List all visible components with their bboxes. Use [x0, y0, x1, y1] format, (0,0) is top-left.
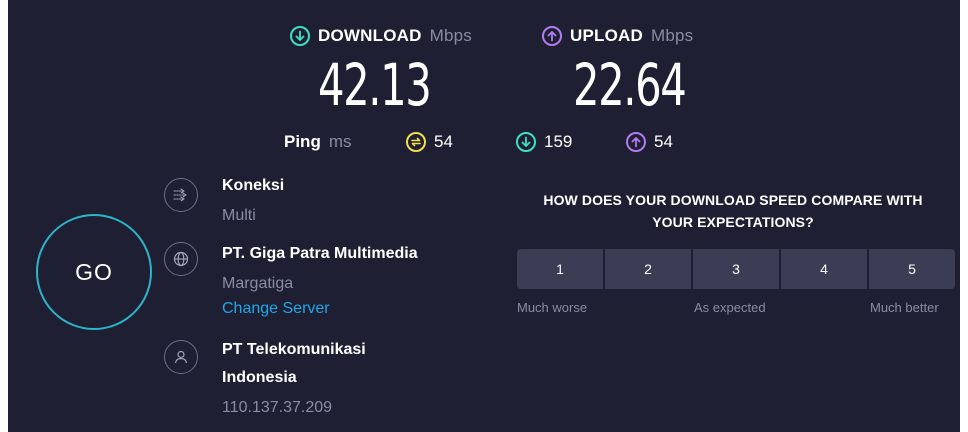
provider-name-line2: Indonesia — [222, 369, 297, 386]
ping-label: Ping — [284, 132, 321, 151]
download-arrow-icon — [290, 26, 310, 46]
ping-idle-value: 54 — [434, 132, 453, 151]
rating-button-1[interactable]: 1 — [517, 249, 605, 289]
rating-button-3[interactable]: 3 — [693, 249, 781, 289]
survey-question: HOW DOES YOUR DOWNLOAD SPEED COMPARE WIT… — [510, 189, 956, 233]
ping-download-icon — [516, 132, 536, 152]
scale-low-label: Much worse — [517, 300, 588, 315]
upload-metric: UPLOAD Mbps — [542, 26, 693, 46]
scale-mid-label: As expected — [694, 300, 766, 315]
go-button[interactable]: GO — [36, 214, 152, 330]
upload-header: UPLOAD Mbps — [542, 26, 693, 46]
ping-unit: ms — [328, 132, 352, 151]
provider-name-line1: PT Telekomunikasi — [222, 341, 366, 358]
upload-arrow-icon — [542, 26, 562, 46]
speedtest-panel: DOWNLOAD Mbps 42.13 UPLOAD Mbps 22.64 Pi… — [8, 0, 960, 432]
connection-info: Koneksi Multi — [222, 173, 284, 229]
provider-info: PT Telekomunikasi Indonesia 110.137.37.2… — [222, 337, 366, 421]
ping-download: 159 — [516, 132, 572, 152]
connection-value: Multi — [222, 207, 256, 224]
connection-title: Koneksi — [222, 177, 285, 194]
ping-download-value: 159 — [544, 132, 573, 151]
upload-unit: Mbps — [650, 26, 694, 45]
globe-icon — [164, 242, 198, 276]
download-value: 42.13 — [318, 51, 432, 119]
ping-upload-icon — [626, 132, 646, 152]
download-unit: Mbps — [429, 26, 472, 45]
rating-button-4[interactable]: 4 — [781, 249, 869, 289]
rating-button-2[interactable]: 2 — [605, 249, 693, 289]
ping-upload: 54 — [626, 132, 673, 152]
ping-idle: 54 — [406, 132, 453, 152]
rating-button-5[interactable]: 5 — [869, 249, 955, 289]
connections-icon[interactable] — [164, 178, 198, 212]
upload-value: 22.64 — [573, 51, 687, 119]
scale-high-label: Much better — [870, 300, 939, 315]
upload-label: UPLOAD — [570, 26, 643, 45]
ping-idle-icon — [406, 132, 426, 152]
server-info: PT. Giga Patra Multimedia Margatiga Chan… — [222, 241, 418, 322]
server-location: Margatiga — [222, 275, 294, 292]
ping-upload-value: 54 — [654, 132, 673, 151]
provider-ip: 110.137.37.209 — [222, 399, 333, 416]
server-name: PT. Giga Patra Multimedia — [222, 245, 418, 262]
user-icon — [164, 340, 198, 374]
survey-question-line1: HOW DOES YOUR DOWNLOAD SPEED COMPARE WIT… — [543, 192, 923, 208]
ping-row: Ping ms — [284, 132, 352, 152]
download-header: DOWNLOAD Mbps — [290, 26, 472, 46]
survey-question-line2: YOUR EXPECTATIONS? — [652, 214, 814, 230]
change-server-link[interactable]: Change Server — [222, 296, 418, 322]
download-metric: DOWNLOAD Mbps — [290, 26, 472, 46]
download-label: DOWNLOAD — [318, 26, 422, 45]
rating-scale: 1 2 3 4 5 — [517, 249, 955, 289]
